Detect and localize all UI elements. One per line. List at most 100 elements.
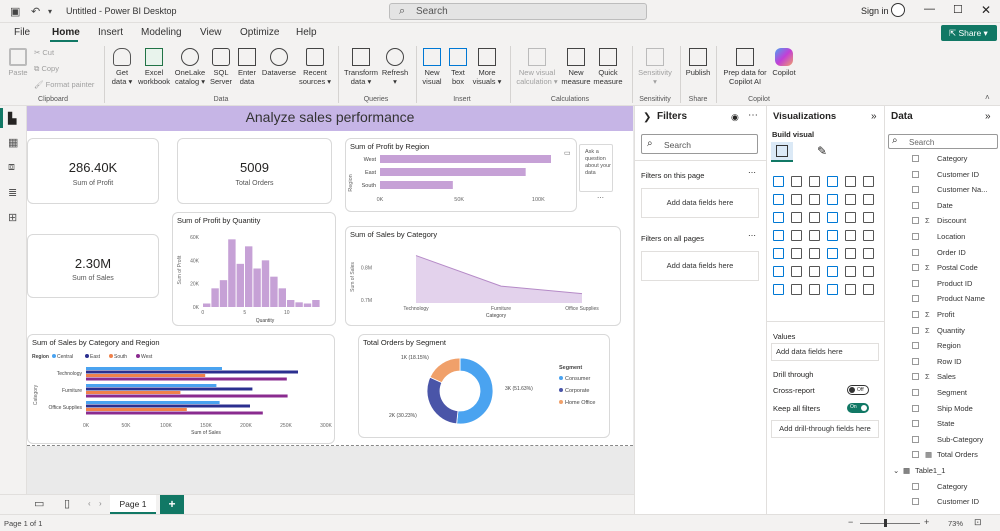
signin-link[interactable]: Sign in xyxy=(861,6,889,16)
publish-button[interactable]: Publish xyxy=(684,48,712,77)
collapse-data-icon[interactable]: » xyxy=(985,111,991,122)
field-item[interactable]: Product Name xyxy=(885,291,1000,306)
gauge-icon[interactable] xyxy=(863,230,874,241)
field-checkbox[interactable] xyxy=(912,451,919,459)
scatter-icon[interactable] xyxy=(827,212,838,223)
field-item[interactable]: Σ Quantity xyxy=(885,323,1000,338)
field-item[interactable]: Σ Postal Code xyxy=(885,260,1000,275)
paste-button[interactable]: Paste xyxy=(5,48,31,77)
cross-report-toggle[interactable]: Off xyxy=(847,385,869,395)
text-box-button[interactable]: Text box xyxy=(446,48,470,86)
slicer-icon[interactable] xyxy=(827,248,838,259)
matrix-icon[interactable] xyxy=(863,248,874,259)
field-checkbox[interactable] xyxy=(912,201,919,209)
copy-button[interactable]: ⧉ Copy xyxy=(34,64,59,73)
menu-view[interactable]: View xyxy=(200,27,222,38)
filter-search-input[interactable]: ⌕ Search xyxy=(641,134,758,154)
dax-view-icon[interactable]: ≣ xyxy=(8,186,17,199)
desktop-layout-icon[interactable]: ▭ xyxy=(34,497,44,510)
zoom-slider-thumb[interactable] xyxy=(884,519,887,527)
field-checkbox[interactable] xyxy=(912,295,919,303)
add-page-button[interactable]: + xyxy=(160,495,184,514)
field-checkbox[interactable] xyxy=(912,389,919,396)
mobile-layout-icon[interactable]: ▯ xyxy=(64,497,70,510)
qa-icon[interactable] xyxy=(845,266,856,277)
quick-measure-button[interactable]: Quick measure xyxy=(593,48,623,86)
menu-home[interactable]: Home xyxy=(52,27,80,38)
field-item[interactable]: Order ID xyxy=(885,245,1000,260)
menu-file[interactable]: File xyxy=(14,27,30,38)
map-icon[interactable] xyxy=(791,230,802,241)
100pct-column-icon[interactable] xyxy=(863,176,874,187)
field-checkbox[interactable] xyxy=(912,279,919,287)
card-icon[interactable] xyxy=(773,248,784,259)
filters-on-page-well[interactable]: Add data fields here xyxy=(641,188,759,218)
field-checkbox[interactable] xyxy=(912,404,919,412)
tab-page-1[interactable]: Page 1 xyxy=(110,495,156,514)
field-checkbox[interactable] xyxy=(912,186,919,194)
get-data-button[interactable]: Get data ▾ xyxy=(108,48,136,86)
card-profit[interactable]: 286.40K Sum of Profit xyxy=(27,138,159,204)
waterfall-icon[interactable] xyxy=(791,212,802,223)
chart-sales-by-category-region[interactable]: Sum of Sales by Category and Region Regi… xyxy=(27,334,335,444)
chevron-down-icon[interactable]: ⌄ xyxy=(893,463,899,478)
dataverse-button[interactable]: Dataverse xyxy=(260,48,298,77)
model-view-icon[interactable]: ⧈ xyxy=(8,161,15,174)
fit-to-page-icon[interactable]: ⊡ xyxy=(974,517,982,528)
filled-map-icon[interactable] xyxy=(809,230,820,241)
field-item[interactable]: Category xyxy=(885,151,1000,166)
more-options-icon[interactable]: ⋯ xyxy=(597,194,604,202)
python-visual-icon[interactable] xyxy=(791,266,802,277)
clustered-column-icon[interactable] xyxy=(827,176,838,187)
field-checkbox[interactable] xyxy=(912,155,919,162)
field-item[interactable]: Σ Profit xyxy=(885,307,1000,322)
dropdown-icon[interactable]: ▾ xyxy=(48,7,52,16)
avatar-icon[interactable] xyxy=(891,3,905,17)
menu-optimize[interactable]: Optimize xyxy=(240,27,279,38)
transform-data-button[interactable]: Transform data ▾ xyxy=(342,48,380,86)
more-options-icon[interactable]: ⋯ xyxy=(748,110,758,121)
field-item[interactable]: Sub-Category xyxy=(885,432,1000,447)
field-checkbox[interactable] xyxy=(912,264,919,272)
new-measure-button[interactable]: New measure xyxy=(561,48,591,86)
field-checkbox[interactable] xyxy=(912,326,919,334)
field-checkbox[interactable] xyxy=(912,420,919,428)
zoom-slider[interactable] xyxy=(860,523,920,524)
kpi-icon[interactable] xyxy=(809,248,820,259)
funnel-icon[interactable] xyxy=(809,212,820,223)
field-item[interactable]: Location xyxy=(885,229,1000,244)
stacked-area-icon[interactable] xyxy=(809,194,820,205)
field-checkbox[interactable] xyxy=(912,342,919,350)
format-painter-button[interactable]: 🖌 Format painter xyxy=(34,80,94,89)
refresh-button[interactable]: Refresh ▾ xyxy=(380,48,410,86)
stacked-bar-icon[interactable] xyxy=(773,176,784,187)
chart-profit-by-quantity[interactable]: Sum of Profit by Quantity Sum of Profit 0… xyxy=(172,212,336,326)
more-options-icon[interactable]: ⋯ xyxy=(748,168,756,177)
area-icon[interactable] xyxy=(791,194,802,205)
decomposition-tree-icon[interactable] xyxy=(827,266,838,277)
eye-icon[interactable]: ◉ xyxy=(731,112,739,123)
field-item[interactable]: Ship Mode xyxy=(885,401,1000,416)
field-checkbox[interactable] xyxy=(912,482,919,490)
field-checkbox[interactable] xyxy=(912,311,919,318)
card-sales[interactable]: 2.30M Sum of Sales xyxy=(27,234,159,298)
field-item[interactable]: State xyxy=(885,416,1000,431)
line-stacked-column-icon[interactable] xyxy=(863,194,874,205)
table-item[interactable]: ⌄ ▦ Table1_1 xyxy=(885,463,1000,478)
search-input[interactable]: ⌕ Search xyxy=(389,3,647,20)
onelake-button[interactable]: OneLake catalog ▾ xyxy=(173,48,207,86)
treemap-icon[interactable] xyxy=(773,230,784,241)
donut-icon[interactable] xyxy=(863,212,874,223)
format-visual-icon[interactable]: ✎ xyxy=(817,144,827,158)
line-icon[interactable] xyxy=(773,194,784,205)
collapse-viz-icon[interactable]: » xyxy=(871,111,877,122)
copilot-button[interactable]: Copilot xyxy=(770,48,798,77)
metrics-icon[interactable] xyxy=(791,284,802,295)
new-visual-button[interactable]: New visual xyxy=(420,48,444,86)
share-button[interactable]: ⇱ Share ▾ xyxy=(941,25,997,41)
comment-icon[interactable]: ▭ xyxy=(564,148,571,157)
azure-map-icon[interactable] xyxy=(827,230,838,241)
scroll-right-icon[interactable]: › xyxy=(99,499,102,508)
arcgis-icon[interactable] xyxy=(845,284,856,295)
field-item[interactable]: Σ Discount xyxy=(885,213,1000,228)
